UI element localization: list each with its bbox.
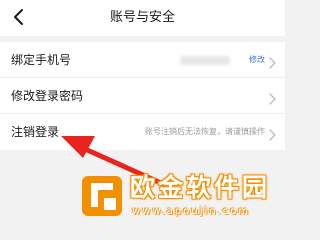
chevron-right-icon (267, 126, 277, 141)
watermark-url: www.apoujin.com (132, 206, 251, 217)
row-label: 绑定手机号 (11, 53, 72, 67)
account-security-screen: 账号与安全 绑定手机号 修改 修改登录密码 注销登录 账号注销后无法恢复，请谨慎… (0, 0, 285, 222)
watermark-name: 欧金软件园 (130, 173, 271, 202)
row-label: 修改登录密码 (11, 89, 84, 103)
masked-phone-number (180, 56, 230, 65)
watermark: 欧金软件园 www.apoujin.com (80, 170, 285, 222)
chevron-right-icon (267, 90, 277, 105)
chevron-right-icon (267, 54, 277, 69)
row-change-password[interactable]: 修改登录密码 (0, 78, 285, 114)
page-title: 账号与安全 (109, 10, 175, 25)
top-nav-bar: 账号与安全 (0, 0, 285, 36)
row-bind-phone[interactable]: 绑定手机号 修改 (0, 42, 285, 78)
row-label: 注销登录 (11, 125, 60, 139)
watermark-logo-icon (82, 176, 122, 216)
edit-phone-link[interactable]: 修改 (249, 53, 265, 67)
